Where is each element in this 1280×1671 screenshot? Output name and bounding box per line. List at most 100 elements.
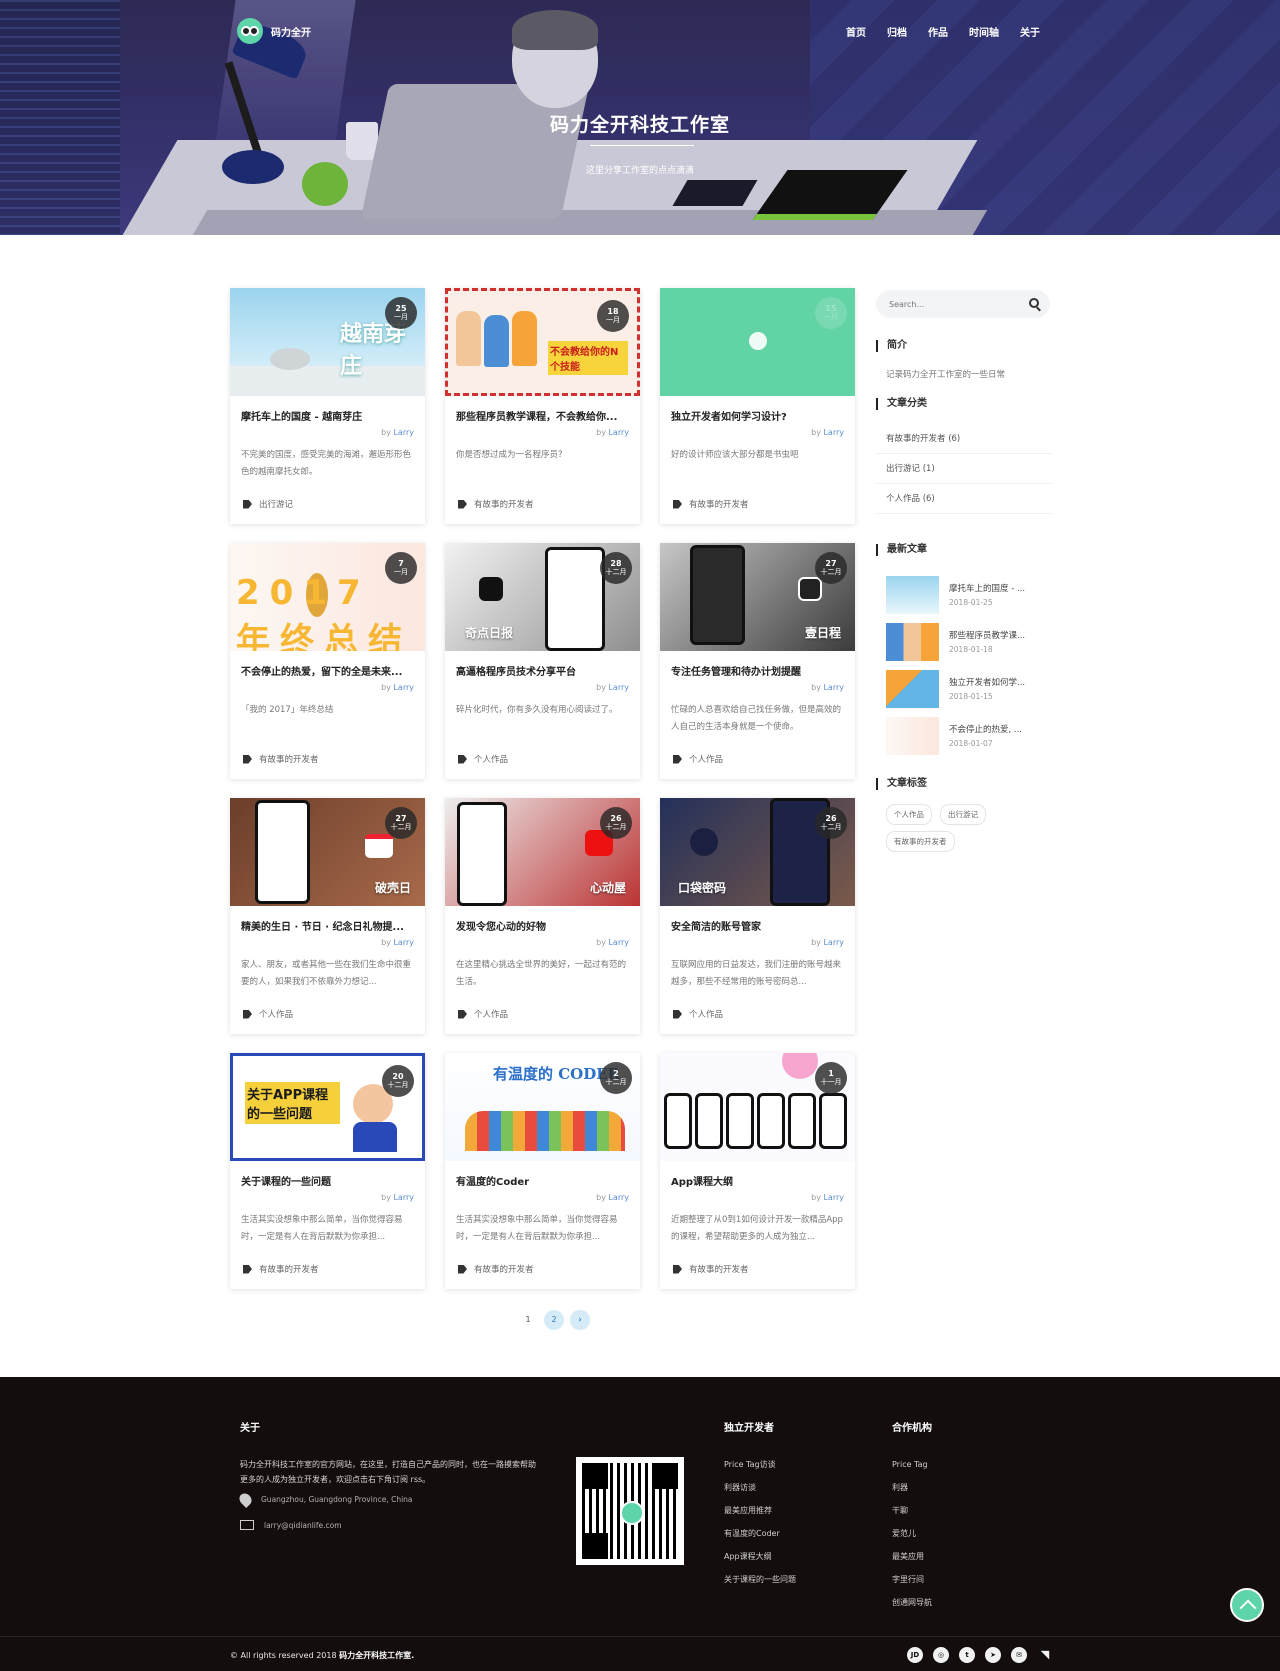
post-card[interactable]: 奇点日报 28 十二月 高逼格程序员技术分享平台 by Larry 碎片化时代，你… — [445, 543, 640, 779]
post-category[interactable]: 个人作品 — [673, 753, 723, 765]
recent-title[interactable]: 摩托车上的国度 - ... — [949, 582, 1025, 594]
author-name[interactable]: Larry — [608, 938, 629, 947]
post-category[interactable]: 有故事的开发者 — [243, 1263, 319, 1275]
author-name[interactable]: Larry — [393, 1193, 414, 1202]
author-name[interactable]: Larry — [393, 938, 414, 947]
author-name[interactable]: Larry — [823, 428, 844, 437]
post-thumbnail[interactable]: 越南芽庄 25 一月 — [230, 288, 425, 396]
footer-link[interactable]: 字里行间 — [892, 1568, 932, 1591]
post-title[interactable]: 发现令您心动的好物 — [456, 918, 629, 933]
footer-link[interactable]: App课程大纲 — [724, 1545, 796, 1568]
recent-thumbnail[interactable] — [886, 576, 939, 614]
author-name[interactable]: Larry — [393, 683, 414, 692]
tag-chip[interactable]: 有故事的开发者 — [886, 831, 955, 852]
footer-link[interactable]: 关于课程的一些问题 — [724, 1568, 796, 1591]
author-name[interactable]: Larry — [823, 683, 844, 692]
author-name[interactable]: Larry — [608, 1193, 629, 1202]
recent-thumbnail[interactable] — [886, 670, 939, 708]
category-item[interactable]: 有故事的开发者 (6) — [876, 424, 1052, 454]
author-name[interactable]: Larry — [823, 938, 844, 947]
author-name[interactable]: Larry — [393, 428, 414, 437]
post-title[interactable]: 专注任务管理和待办计划提醒 — [671, 663, 844, 678]
post-title[interactable]: 高逼格程序员技术分享平台 — [456, 663, 629, 678]
post-card[interactable]: 15 一月 独立开发者如何学习设计? by Larry 好的设计师应该大部分都是书… — [660, 288, 855, 524]
post-title[interactable]: 那些程序员教学课程，不会教给你... — [456, 408, 629, 423]
post-category[interactable]: 有故事的开发者 — [243, 753, 319, 765]
tag-chip[interactable]: 个人作品 — [886, 804, 932, 825]
post-thumbnail[interactable]: 2017 年终总结 7 一月 — [230, 543, 425, 651]
post-thumbnail[interactable]: 不会教给你的N个技能 18 一月 — [445, 288, 640, 396]
footer-link[interactable]: 利器 — [892, 1476, 932, 1499]
recent-title[interactable]: 不会停止的热爱, ... — [949, 723, 1022, 735]
telegram-icon[interactable]: ➤ — [985, 1647, 1001, 1663]
footer-link[interactable]: 最美应用 — [892, 1545, 932, 1568]
post-title[interactable]: 精美的生日 · 节日 · 纪念日礼物提... — [241, 918, 414, 933]
search-input[interactable] — [876, 290, 1016, 318]
recent-post[interactable]: 独立开发者如何学... 2018-01-15 — [886, 670, 1052, 717]
footer-link[interactable]: Price Tag访谈 — [724, 1453, 796, 1476]
category-item[interactable]: 个人作品 (6) — [876, 484, 1052, 514]
brand[interactable]: 码力全开 — [237, 18, 311, 44]
page-1-link[interactable]: 1 — [518, 1310, 538, 1330]
post-thumbnail[interactable]: 口袋密码 26 十二月 — [660, 798, 855, 906]
back-to-top-button[interactable] — [1230, 1588, 1264, 1622]
post-card[interactable]: 口袋密码 26 十二月 安全简洁的账号管家 by Larry 互联网应用的日益发达… — [660, 798, 855, 1034]
post-category[interactable]: 个人作品 — [458, 753, 508, 765]
footer-link[interactable]: 利器访谈 — [724, 1476, 796, 1499]
recent-thumbnail[interactable] — [886, 623, 939, 661]
post-card[interactable]: 2017 年终总结 7 一月 不会停止的热爱，留下的全是未来... by Larr… — [230, 543, 425, 779]
post-category[interactable]: 个人作品 — [458, 1008, 508, 1020]
post-category[interactable]: 有故事的开发者 — [673, 498, 749, 510]
post-thumbnail[interactable]: 1 十一月 — [660, 1053, 855, 1161]
menu-archive[interactable]: 归档 — [887, 24, 907, 39]
post-title[interactable]: 不会停止的热爱，留下的全是未来... — [241, 663, 414, 678]
tag-chip[interactable]: 出行游记 — [940, 804, 986, 825]
post-title[interactable]: 独立开发者如何学习设计? — [671, 408, 844, 423]
author-name[interactable]: Larry — [608, 683, 629, 692]
post-category[interactable]: 有故事的开发者 — [458, 1263, 534, 1275]
footer-link[interactable]: 有温度的Coder — [724, 1522, 796, 1545]
recent-title[interactable]: 独立开发者如何学... — [949, 676, 1025, 688]
post-card[interactable]: 壹日程 27 十二月 专注任务管理和待办计划提醒 by Larry 忙碌的人总喜欢… — [660, 543, 855, 779]
recent-post[interactable]: 摩托车上的国度 - ... 2018-01-25 — [886, 576, 1052, 623]
post-card[interactable]: 心动屋 26 十二月 发现令您心动的好物 by Larry 在这里精心挑选全世界的… — [445, 798, 640, 1034]
author-name[interactable]: Larry — [823, 1193, 844, 1202]
post-title[interactable]: 有温度的Coder — [456, 1173, 629, 1188]
post-category[interactable]: 个人作品 — [673, 1008, 723, 1020]
weibo-icon[interactable]: ◎ — [933, 1647, 949, 1663]
footer-link[interactable]: 干聊 — [892, 1499, 932, 1522]
post-category[interactable]: 有故事的开发者 — [458, 498, 534, 510]
footer-link[interactable]: 创通网导航 — [892, 1591, 932, 1614]
post-category[interactable]: 出行游记 — [243, 498, 293, 510]
post-card[interactable]: 1 十一月 App课程大纲 by Larry 近期整理了从0到1如何设计开发一款精… — [660, 1053, 855, 1289]
post-card[interactable]: 关于APP课程的一些问题 20 十二月 关于课程的一些问题 by Larry 生活… — [230, 1053, 425, 1289]
menu-home[interactable]: 首页 — [846, 24, 866, 39]
email-text[interactable]: larry@qidianlife.com — [264, 1521, 342, 1530]
footer-link[interactable]: 爱范儿 — [892, 1522, 932, 1545]
recent-post[interactable]: 不会停止的热爱, ... 2018-01-07 — [886, 717, 1052, 764]
recent-thumbnail[interactable] — [886, 717, 939, 755]
rss-icon[interactable]: ◥ — [1037, 1647, 1053, 1663]
post-title[interactable]: 安全简洁的账号管家 — [671, 918, 844, 933]
share-icon[interactable] — [749, 332, 767, 350]
post-category[interactable]: 个人作品 — [243, 1008, 293, 1020]
post-thumbnail[interactable]: 壹日程 27 十二月 — [660, 543, 855, 651]
post-thumbnail[interactable]: 心动屋 26 十二月 — [445, 798, 640, 906]
footer-link[interactable]: Price Tag — [892, 1453, 932, 1476]
post-title[interactable]: 关于课程的一些问题 — [241, 1173, 414, 1188]
jd-icon[interactable]: JD — [907, 1647, 923, 1663]
category-item[interactable]: 出行游记 (1) — [876, 454, 1052, 484]
post-thumbnail[interactable]: 破壳日 27 十二月 — [230, 798, 425, 906]
page-2-link[interactable]: 2 — [544, 1310, 564, 1330]
post-thumbnail[interactable]: 奇点日报 28 十二月 — [445, 543, 640, 651]
post-card[interactable]: 破壳日 27 十二月 精美的生日 · 节日 · 纪念日礼物提... by Larr… — [230, 798, 425, 1034]
post-category[interactable]: 有故事的开发者 — [673, 1263, 749, 1275]
post-title[interactable]: App课程大纲 — [671, 1173, 844, 1188]
menu-timeline[interactable]: 时间轴 — [969, 24, 999, 39]
post-card[interactable]: 有温度的 CODER 2 十二月 有温度的Coder by Larry 生活其实没… — [445, 1053, 640, 1289]
footer-email[interactable]: larry@qidianlife.com — [240, 1520, 342, 1530]
post-card[interactable]: 不会教给你的N个技能 18 一月 那些程序员教学课程，不会教给你... by La… — [445, 288, 640, 524]
post-card[interactable]: 越南芽庄 25 一月 摩托车上的国度 - 越南芽庄 by Larry 不完美的国度… — [230, 288, 425, 524]
post-thumbnail[interactable]: 有温度的 CODER 2 十二月 — [445, 1053, 640, 1161]
message-icon[interactable]: ✉ — [1011, 1647, 1027, 1663]
